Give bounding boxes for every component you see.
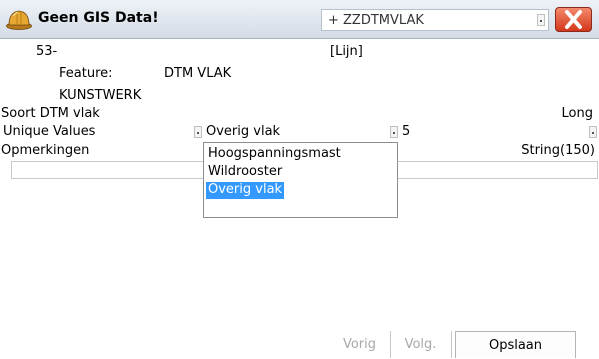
attribute-value: Overig vlak xyxy=(206,124,281,139)
attribute-label: Soort DTM vlak xyxy=(1,106,100,121)
previous-button[interactable]: Vorig xyxy=(331,331,388,358)
geometry-type: [Lijn] xyxy=(330,44,363,59)
attribute-extra-value: 5 xyxy=(402,124,411,139)
dropdown-option-selected[interactable]: Overig vlak xyxy=(206,182,285,199)
title-bar: Geen GIS Data! + ZZDTMVLAK xyxy=(0,0,599,39)
feature-label: Feature: xyxy=(59,66,113,81)
footer-divider xyxy=(390,331,391,358)
remarks-type: String(150) xyxy=(521,143,595,158)
footer-divider xyxy=(451,331,452,358)
attribute-type: Long xyxy=(561,106,593,121)
record-id: 53- xyxy=(36,44,58,59)
value-mode-value: Unique Values xyxy=(3,124,96,139)
layer-select-value: + ZZDTMVLAK xyxy=(328,13,424,28)
layer-select[interactable]: + ZZDTMVLAK xyxy=(321,9,549,31)
chevron-down-icon[interactable] xyxy=(194,126,202,138)
close-x-icon xyxy=(565,10,582,29)
next-button[interactable]: Volg. xyxy=(392,331,449,358)
chevron-down-icon[interactable] xyxy=(589,126,597,138)
feature-value: DTM VLAK xyxy=(164,66,232,81)
hard-hat-icon xyxy=(6,10,32,30)
attribute-extra-select[interactable]: 5 xyxy=(399,122,598,142)
chevron-down-icon[interactable] xyxy=(537,14,545,26)
dropdown-option[interactable]: Wildrooster xyxy=(206,164,284,181)
close-button[interactable] xyxy=(555,7,592,32)
feature-category: KUNSTWERK xyxy=(59,88,142,103)
dialog-title: Geen GIS Data! xyxy=(38,10,159,26)
dropdown-option[interactable]: Hoogspanningsmast xyxy=(206,146,343,163)
remarks-label: Opmerkingen xyxy=(1,143,90,158)
value-dropdown-list[interactable]: Hoogspanningsmast Wildrooster Overig vla… xyxy=(203,142,398,218)
value-mode-select[interactable]: Unique Values xyxy=(0,122,202,142)
save-button[interactable]: Opslaan xyxy=(455,331,576,358)
chevron-down-icon[interactable] xyxy=(390,126,398,138)
attribute-value-select[interactable]: Overig vlak xyxy=(203,122,398,142)
